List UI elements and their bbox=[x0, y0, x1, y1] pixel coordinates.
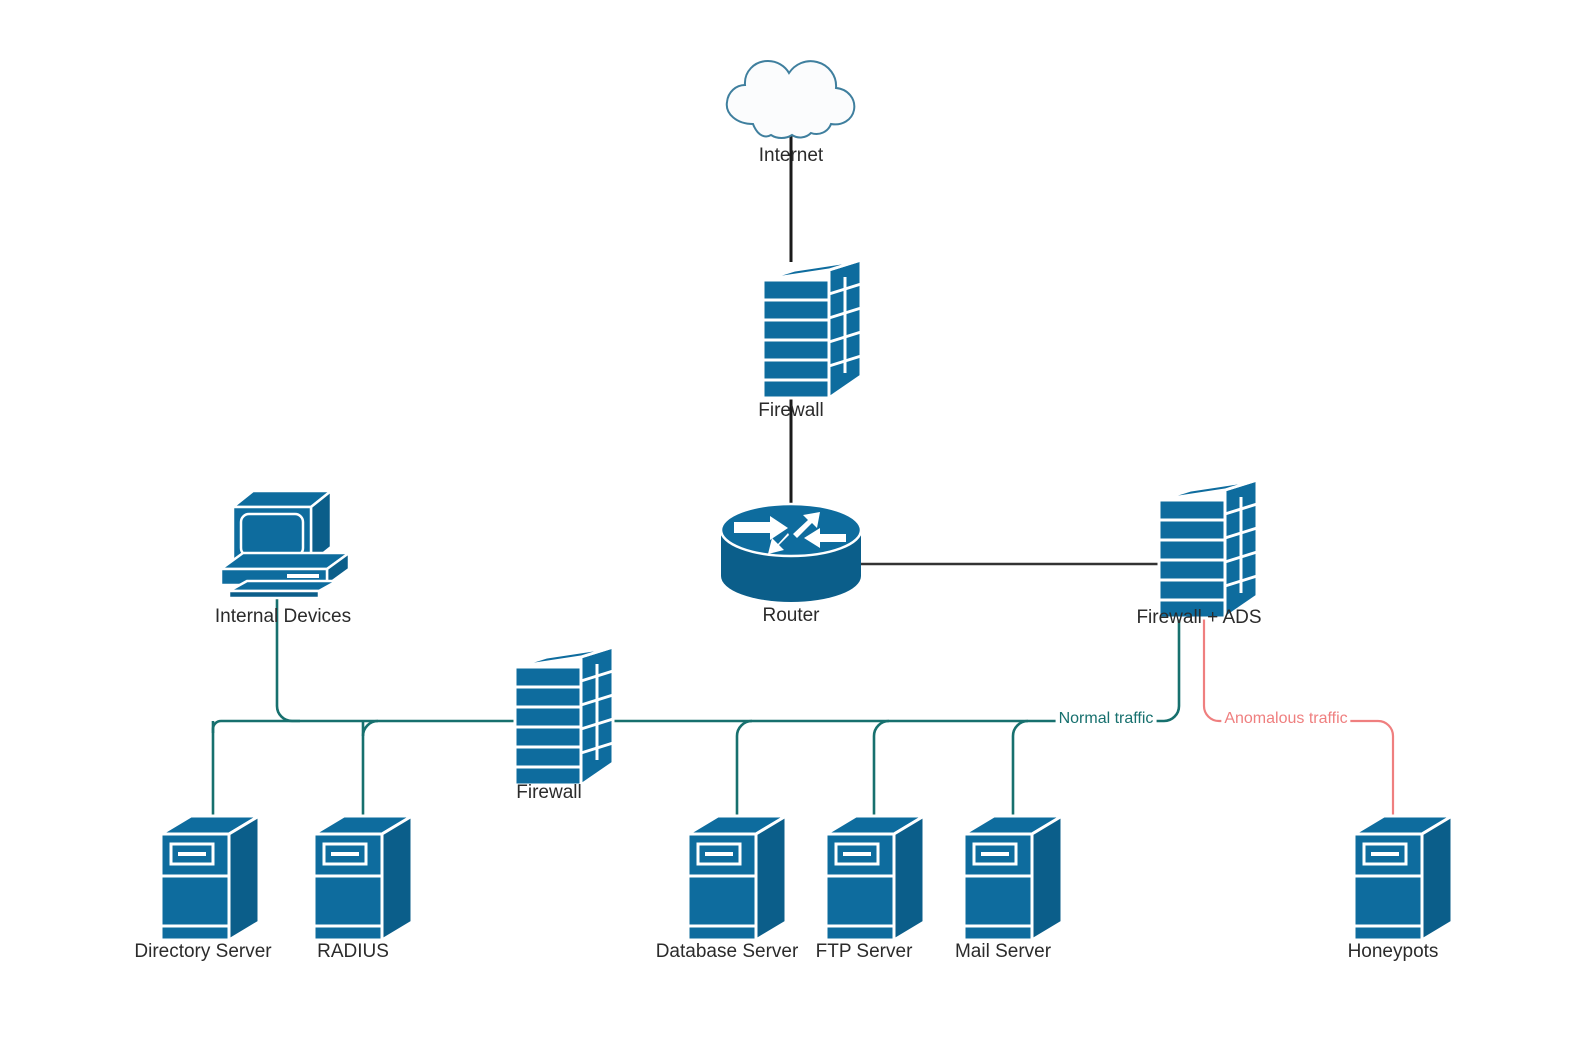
node-label-internal-devices: Internal Devices bbox=[214, 606, 352, 627]
node-label-firewall-bus: Firewall bbox=[516, 782, 582, 803]
server-icon-ftp[interactable] bbox=[824, 814, 926, 942]
server-icon-database[interactable] bbox=[686, 814, 788, 942]
node-label-radius: RADIUS bbox=[317, 941, 389, 962]
router-icon[interactable] bbox=[719, 502, 863, 604]
server-icon-radius[interactable] bbox=[312, 814, 414, 942]
edge-mail-drop bbox=[1011, 719, 1029, 820]
node-label-firewall-ads: Firewall + ADS bbox=[1136, 607, 1262, 628]
computer-icon[interactable] bbox=[219, 489, 351, 600]
node-label-mail-server: Mail Server bbox=[954, 941, 1052, 962]
edge-database-drop bbox=[735, 719, 753, 820]
node-label-honeypots: Honeypots bbox=[1347, 941, 1439, 962]
firewall-icon-ads[interactable] bbox=[1157, 478, 1259, 620]
firewall-icon-top[interactable] bbox=[761, 258, 863, 400]
edge-normal-bus bbox=[211, 719, 1160, 733]
icons-layer bbox=[159, 60, 1454, 942]
cloud-icon[interactable] bbox=[725, 60, 856, 139]
edge-ftp-drop bbox=[872, 719, 890, 820]
network-diagram-canvas: Internet Firewall Router Firewall + ADS … bbox=[0, 0, 1573, 1048]
edges-layer bbox=[211, 128, 1395, 820]
node-label-database-server: Database Server bbox=[655, 941, 799, 962]
node-label-router: Router bbox=[762, 605, 820, 626]
edge-label-normal-traffic: Normal traffic bbox=[1055, 710, 1157, 728]
firewall-icon-bus[interactable] bbox=[513, 645, 615, 787]
node-label-firewall-top: Firewall bbox=[758, 400, 824, 421]
node-label-internet: Internet bbox=[758, 145, 824, 166]
server-icon-honeypots[interactable] bbox=[1352, 814, 1454, 942]
server-icon-mail[interactable] bbox=[962, 814, 1064, 942]
node-label-directory-server: Directory Server bbox=[134, 941, 272, 962]
node-label-ftp-server: FTP Server bbox=[815, 941, 913, 962]
server-icon-directory[interactable] bbox=[159, 814, 261, 942]
edge-radius-corner bbox=[361, 719, 379, 737]
edge-anomalous-to-honeypots bbox=[1345, 719, 1395, 820]
edge-label-anomalous-traffic: Anomalous traffic bbox=[1221, 710, 1351, 728]
